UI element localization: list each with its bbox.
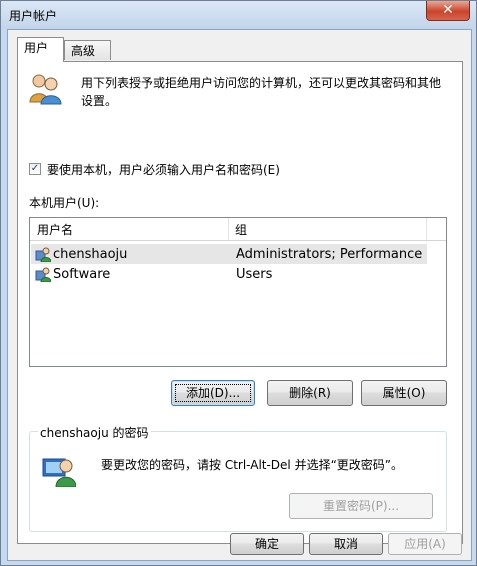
column-header-group[interactable]: 组 xyxy=(235,221,247,238)
users-icon xyxy=(29,74,62,105)
intro-text: 用下列表授予或拒绝用户访问您的计算机，还可以更改其密码和其他设置。 xyxy=(81,76,442,108)
column-divider[interactable] xyxy=(228,218,229,240)
add-user-button[interactable]: 添加(D)... xyxy=(171,380,255,406)
window-title: 用户帐户 xyxy=(9,9,58,23)
row-group: Users xyxy=(236,267,273,282)
row-group: Administrators; Performance L... xyxy=(236,247,424,262)
tab-advanced[interactable]: 高级 xyxy=(64,40,111,60)
change-password-instructions: 要更改您的密码，请按 Ctrl-Alt-Del 并选择“更改密码”。 xyxy=(101,458,404,472)
properties-button[interactable]: 属性(O) xyxy=(361,380,447,406)
password-group-title: chenshaoju 的密码 xyxy=(38,424,151,441)
row-username: Software xyxy=(53,267,111,282)
dialog-body: 用户 高级 用下列表授予或拒绝用户访问您的计算机，还可以更改其密码和其他设置。 … xyxy=(7,29,472,561)
require-login-checkbox[interactable]: ✓ xyxy=(29,163,41,175)
column-divider[interactable] xyxy=(426,218,427,240)
apply-button[interactable]: 应用(A) xyxy=(388,533,462,555)
user-icon xyxy=(35,267,51,282)
tab-users[interactable]: 用户 xyxy=(17,37,64,62)
column-header-username[interactable]: 用户名 xyxy=(37,221,73,238)
reset-password-button[interactable]: 重置密码(P)... xyxy=(289,493,433,519)
table-row[interactable]: Software Users xyxy=(31,264,427,284)
local-users-label: 本机用户(U): xyxy=(29,196,100,210)
users-tab-panel: 用下列表授予或拒绝用户访问您的计算机，还可以更改其密码和其他设置。 ✓ 要使用本… xyxy=(17,61,463,544)
users-list[interactable]: 用户名 组 chenshaoju Administrators; Perform… xyxy=(29,217,447,367)
remove-user-button[interactable]: 删除(R) xyxy=(267,380,353,406)
list-header: 用户名 组 xyxy=(30,218,446,241)
cancel-button[interactable]: 取消 xyxy=(309,533,383,555)
row-username: chenshaoju xyxy=(53,247,128,262)
ok-button[interactable]: 确定 xyxy=(230,533,304,555)
close-button[interactable]: ✕ xyxy=(426,1,470,21)
table-row[interactable]: chenshaoju Administrators; Performance L… xyxy=(31,244,427,264)
focus-ring xyxy=(175,384,251,402)
user-icon xyxy=(35,247,51,262)
computer-user-icon xyxy=(42,458,76,487)
require-login-label[interactable]: 要使用本机，用户必须输入用户名和密码(E) xyxy=(47,161,280,178)
user-accounts-window: 用户帐户 ✕ 用户 高级 用下列表授予或拒绝用户访问您的计算机，还可以更改其密码… xyxy=(0,0,477,566)
title-bar[interactable]: 用户帐户 ✕ xyxy=(1,1,476,29)
